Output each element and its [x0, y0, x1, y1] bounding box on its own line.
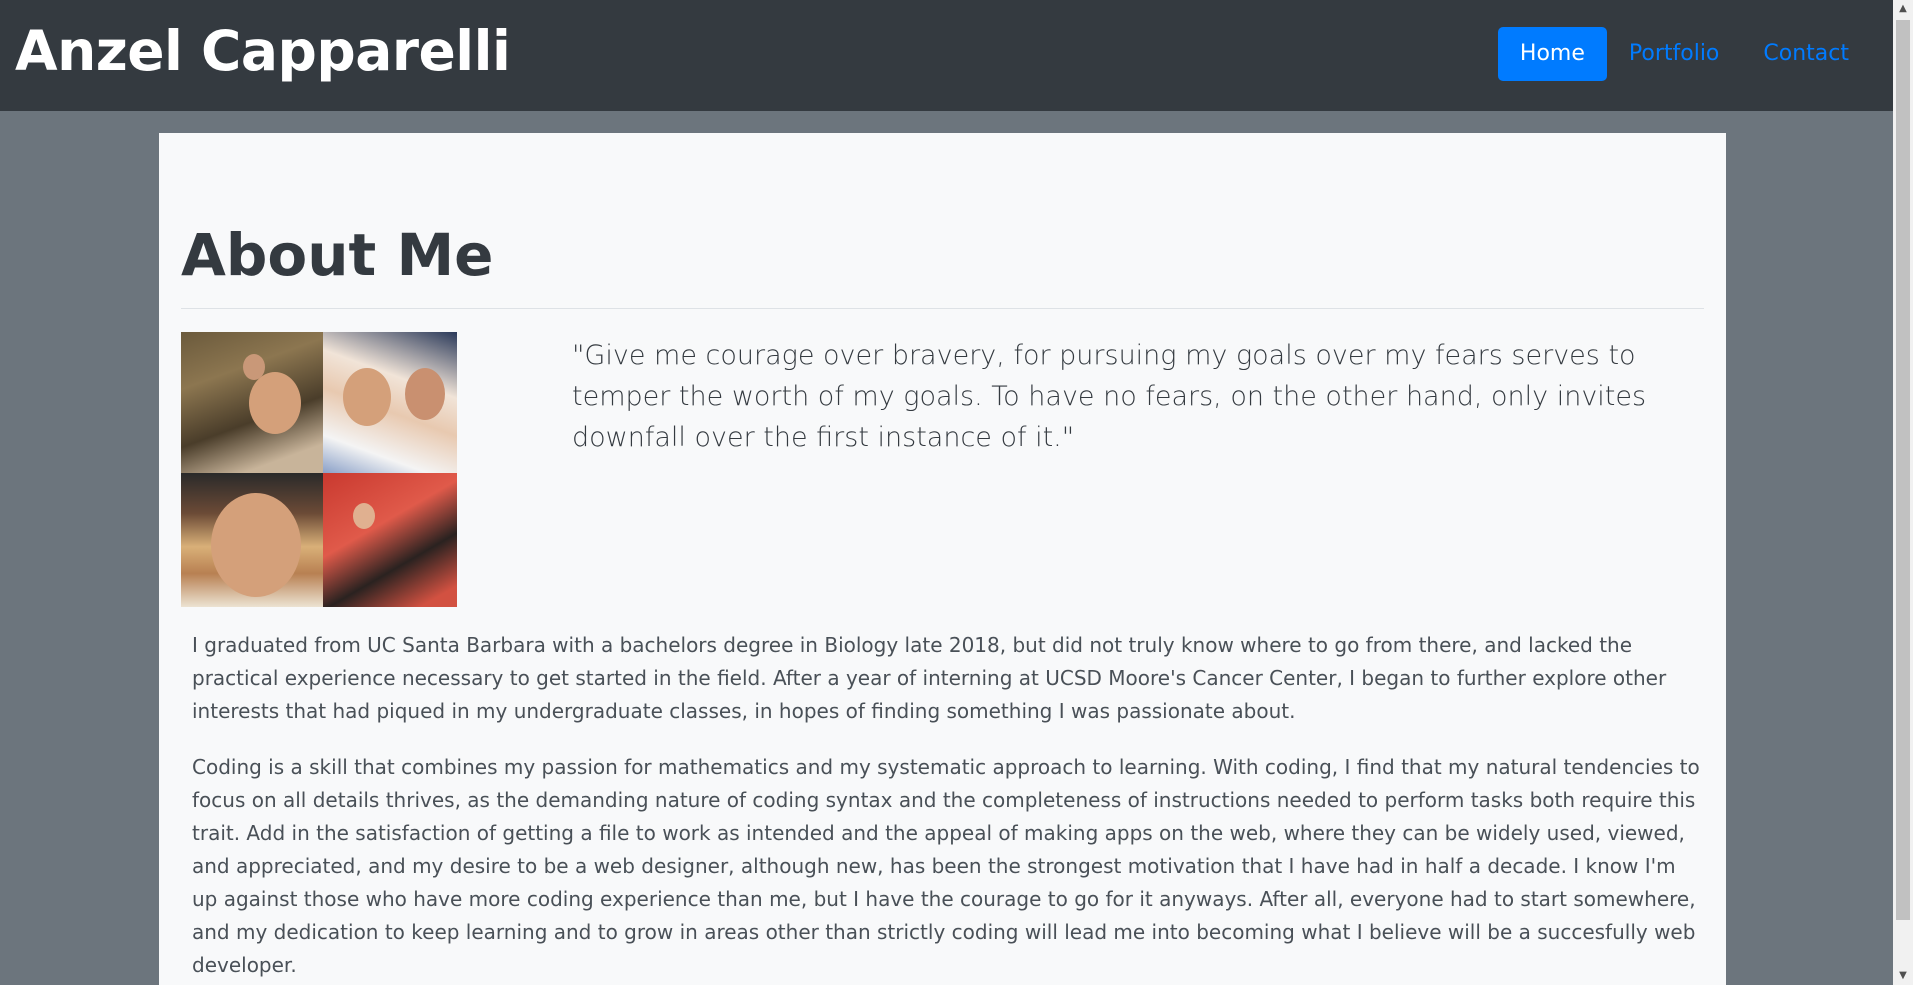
photo-friends-outdoors: [181, 332, 323, 473]
brand-name[interactable]: Anzel Capparelli: [15, 18, 511, 84]
navbar: Anzel Capparelli Home Portfolio Contact: [0, 0, 1893, 111]
photo-sunglasses-portrait: [181, 473, 323, 607]
photo-selfie-friends: [323, 332, 457, 473]
nav-links: Home Portfolio Contact: [1497, 27, 1871, 81]
about-paragraph: I graduated from UC Santa Barbara with a…: [192, 633, 1667, 723]
nav-contact-link[interactable]: Contact: [1741, 27, 1871, 81]
about-card: About Me "Give me courage over bravery, …: [159, 133, 1726, 985]
profile-photo-collage: [181, 332, 457, 607]
nav-home-link[interactable]: Home: [1497, 27, 1607, 81]
about-quote: "Give me courage over bravery, for pursu…: [572, 340, 1647, 453]
about-paragraph: Coding is a skill that combines my passi…: [192, 755, 1700, 977]
title-divider: [181, 308, 1704, 309]
scroll-up-arrow-icon[interactable]: ▲: [1893, 0, 1913, 18]
nav-portfolio-link[interactable]: Portfolio: [1607, 27, 1742, 81]
page-title: About Me: [181, 221, 494, 289]
scrollbar-thumb[interactable]: [1896, 20, 1910, 920]
scroll-down-arrow-icon[interactable]: ▼: [1893, 967, 1913, 985]
photo-red-sculpture: [323, 473, 457, 607]
vertical-scrollbar[interactable]: ▲ ▼: [1893, 0, 1913, 985]
